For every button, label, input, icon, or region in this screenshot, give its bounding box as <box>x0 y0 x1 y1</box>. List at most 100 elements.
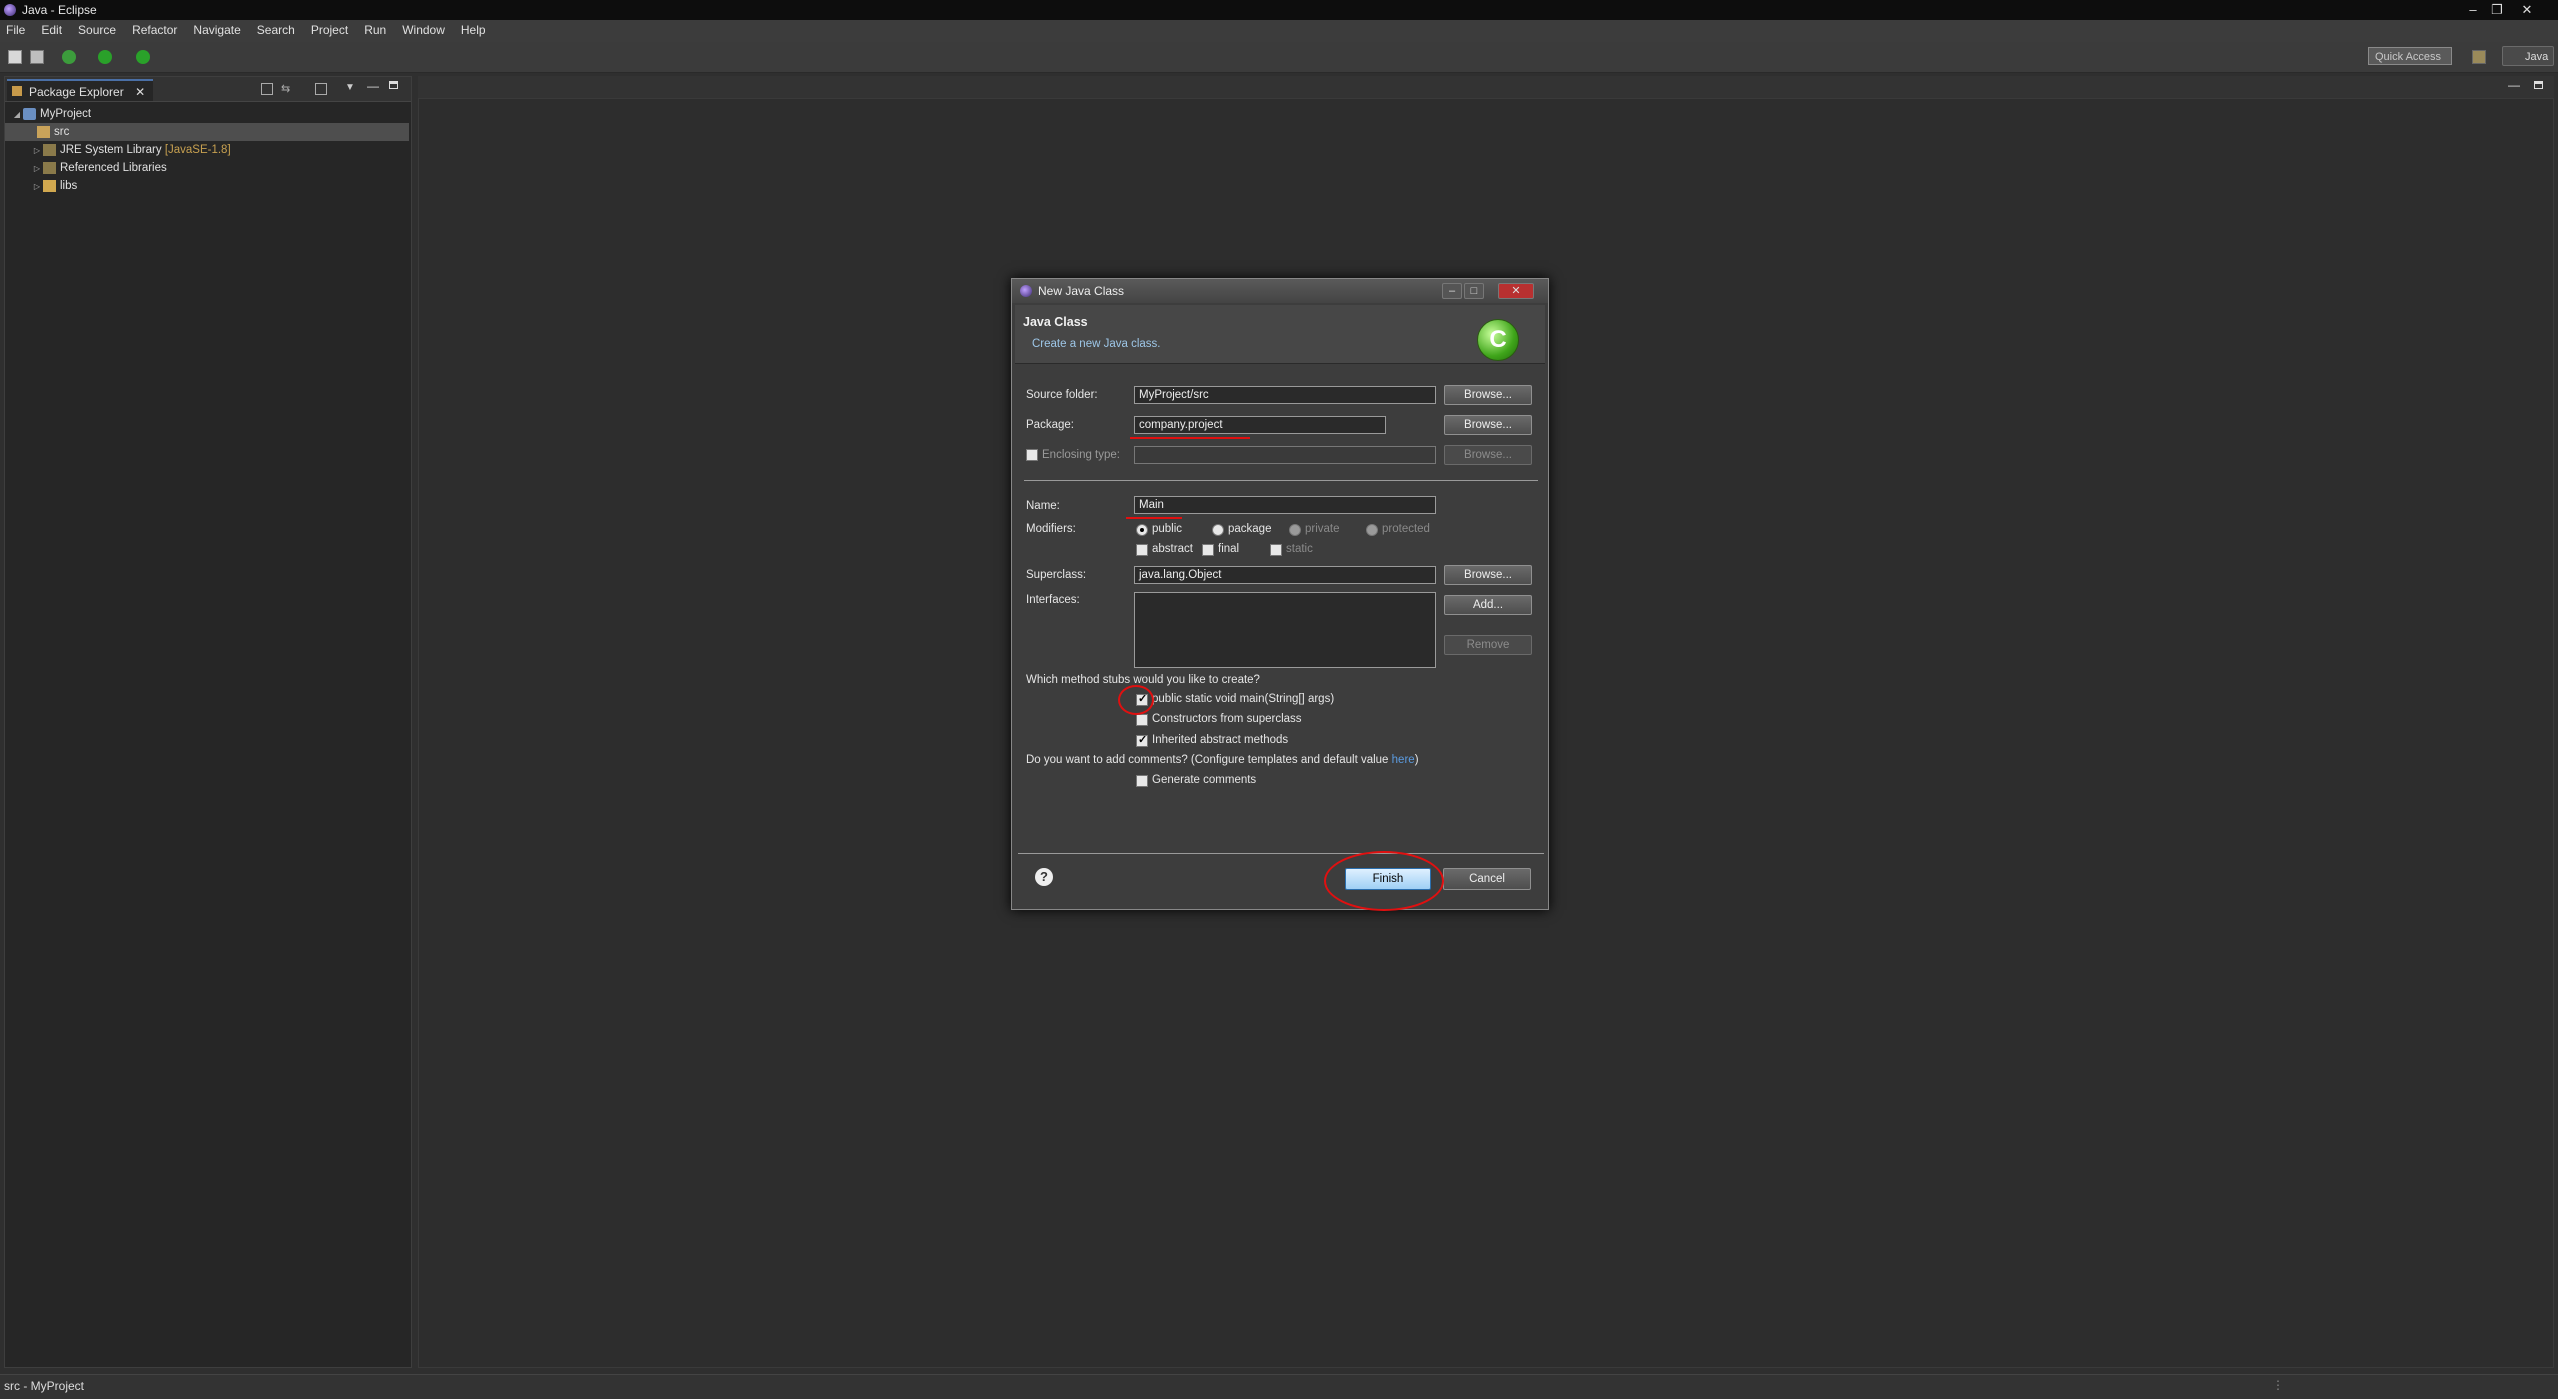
menu-navigate[interactable]: Navigate <box>185 20 248 37</box>
maximize-editor-icon[interactable] <box>2534 81 2543 89</box>
collapsed-arrow-icon[interactable]: ▷ <box>31 178 43 196</box>
close-tab-icon[interactable]: ✕ <box>135 85 145 99</box>
close-icon[interactable]: ✕ <box>2516 2 2538 18</box>
dialog-header: Java Class Create a new Java class. C <box>1015 305 1545 364</box>
modifier-public-radio[interactable] <box>1136 524 1148 536</box>
tree-item-libs[interactable]: ▷ libs <box>31 177 77 195</box>
save-all-icon[interactable] <box>30 50 44 64</box>
package-browse-button[interactable]: Browse... <box>1444 415 1532 435</box>
filter-icon[interactable] <box>315 83 327 95</box>
interfaces-remove-button[interactable]: Remove <box>1444 635 1532 655</box>
package-explorer-tab-label: Package Explorer <box>29 85 124 99</box>
tab-package-explorer[interactable]: Package Explorer ✕ <box>7 79 154 101</box>
modifier-static-checkbox[interactable] <box>1270 544 1282 556</box>
modifier-private-radio[interactable] <box>1289 524 1301 536</box>
tree-item-label: MyProject <box>40 108 92 120</box>
comments-question-end: ) <box>1414 754 1419 766</box>
main-toolbar: Quick Access Java <box>0 42 2558 73</box>
new-file-icon[interactable] <box>8 50 22 64</box>
modifier-abstract-checkbox[interactable] <box>1136 544 1148 556</box>
tree-item-src[interactable]: src <box>5 123 409 141</box>
help-icon[interactable]: ? <box>1035 868 1053 886</box>
minimize-view-icon[interactable]: — <box>367 79 379 93</box>
dialog-minimize-icon[interactable]: – <box>1442 283 1462 299</box>
configure-templates-link[interactable]: here <box>1392 754 1415 766</box>
view-menu-icon[interactable]: ▼ <box>345 82 355 93</box>
dialog-app-icon <box>1020 285 1032 297</box>
dialog-maximize-icon[interactable]: □ <box>1464 283 1484 299</box>
separator <box>1024 480 1538 481</box>
footer-separator <box>1018 853 1544 854</box>
source-folder-input[interactable]: MyProject/src <box>1134 386 1436 404</box>
menu-edit[interactable]: Edit <box>33 20 70 37</box>
stub-constructors-checkbox[interactable] <box>1136 714 1148 726</box>
dialog-close-icon[interactable]: ✕ <box>1498 283 1534 299</box>
menu-run[interactable]: Run <box>356 20 394 37</box>
enclosing-type-input[interactable] <box>1134 446 1436 464</box>
quick-access-input[interactable]: Quick Access <box>2368 47 2452 65</box>
tree-item-label: src <box>54 126 70 138</box>
modifier-final-checkbox[interactable] <box>1202 544 1214 556</box>
folder-icon <box>43 179 56 192</box>
menu-search[interactable]: Search <box>249 20 303 37</box>
source-folder-browse-button[interactable]: Browse... <box>1444 385 1532 405</box>
stub-main-label: public static void main(String[] args) <box>1152 693 1335 705</box>
restore-icon[interactable]: ❐ <box>2486 2 2508 18</box>
enclosing-type-browse-button[interactable]: Browse... <box>1444 445 1532 465</box>
package-input[interactable]: company.project <box>1134 416 1386 434</box>
method-stubs-question: Which method stubs would you like to cre… <box>1026 674 1260 686</box>
collapse-all-icon[interactable] <box>261 83 273 95</box>
modifier-package-label: package <box>1228 523 1272 535</box>
modifier-package-radio[interactable] <box>1212 524 1224 536</box>
debug-icon[interactable] <box>62 50 76 64</box>
modifier-abstract-label: abstract <box>1152 543 1193 555</box>
annotation-underline-name <box>1126 517 1182 519</box>
java-perspective-button[interactable]: Java <box>2502 46 2554 66</box>
collapsed-arrow-icon[interactable]: ▷ <box>31 160 43 178</box>
status-divider-icon: ⋮ <box>2272 1378 2284 1392</box>
dialog-header-title: Java Class <box>1023 315 1088 329</box>
expanded-arrow-icon[interactable]: ◢ <box>11 106 23 124</box>
class-name-input[interactable]: Main <box>1134 496 1436 514</box>
menu-file[interactable]: File <box>0 20 33 37</box>
modifier-static-label: static <box>1286 543 1313 555</box>
stub-inherited-checkbox[interactable] <box>1136 733 1148 747</box>
link-editor-icon[interactable]: ⇆ <box>281 83 295 95</box>
package-explorer-tabbar: Package Explorer ✕ ⇆ ▼ — <box>5 77 411 102</box>
collapsed-arrow-icon[interactable]: ▷ <box>31 142 43 160</box>
window-title-bar: Java - Eclipse – ❐ ✕ <box>0 0 2558 20</box>
modifier-protected-label: protected <box>1382 523 1430 535</box>
package-explorer-panel: Package Explorer ✕ ⇆ ▼ — ◢ MyProject src … <box>4 76 412 1368</box>
superclass-browse-button[interactable]: Browse... <box>1444 565 1532 585</box>
open-perspective-icon[interactable] <box>2472 50 2486 64</box>
minimize-icon[interactable]: – <box>2462 2 2484 18</box>
minimize-editor-icon[interactable]: — <box>2508 78 2520 92</box>
menu-refactor[interactable]: Refactor <box>124 20 185 37</box>
stub-constructors-label: Constructors from superclass <box>1152 713 1302 725</box>
enclosing-type-label: Enclosing type: <box>1042 449 1120 461</box>
run-icon[interactable] <box>98 50 112 64</box>
interfaces-add-button[interactable]: Add... <box>1444 595 1532 615</box>
comments-question: Do you want to add comments? (Configure … <box>1026 754 1419 766</box>
modifier-protected-radio[interactable] <box>1366 524 1378 536</box>
interfaces-list[interactable] <box>1134 592 1436 668</box>
menu-help[interactable]: Help <box>453 20 494 37</box>
generate-comments-checkbox[interactable] <box>1136 775 1148 787</box>
superclass-label: Superclass: <box>1026 569 1087 581</box>
tree-item-referenced-libraries[interactable]: ▷ Referenced Libraries <box>31 159 167 177</box>
external-tools-icon[interactable] <box>136 50 150 64</box>
source-folder-icon <box>37 125 50 138</box>
menu-project[interactable]: Project <box>303 20 356 37</box>
maximize-view-icon[interactable] <box>389 81 398 89</box>
modifier-final-label: final <box>1218 543 1240 555</box>
tree-item-jre-system-library[interactable]: ▷ JRE System Library [JavaSE-1.8] <box>31 141 231 159</box>
tree-item-myproject[interactable]: ◢ MyProject <box>11 105 91 123</box>
menu-source[interactable]: Source <box>70 20 124 37</box>
name-label: Name: <box>1026 500 1060 512</box>
tree-item-label: JRE System Library <box>60 144 162 156</box>
superclass-input[interactable]: java.lang.Object <box>1134 566 1436 584</box>
tree-item-label: Referenced Libraries <box>60 162 167 174</box>
enclosing-type-checkbox[interactable] <box>1026 449 1038 461</box>
cancel-button[interactable]: Cancel <box>1443 868 1531 890</box>
menu-window[interactable]: Window <box>394 20 453 37</box>
